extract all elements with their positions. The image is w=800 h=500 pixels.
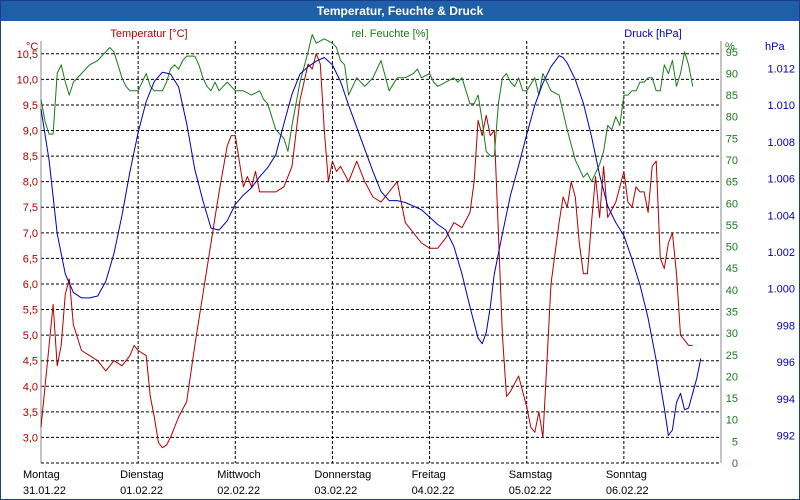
pressure-series-line (40, 55, 702, 436)
temperature-axis-title: Temperatur [°C] (110, 28, 187, 40)
humidity-tick-label: 50 (726, 242, 738, 254)
grid (40, 41, 722, 464)
temperature-tick-label: 7,0 (23, 228, 38, 240)
humidity-tick-label: 65 (726, 177, 738, 189)
humidity-tick-label: 70 (726, 155, 738, 167)
pressure-tick-label: 996 (777, 357, 795, 369)
day-date-label: 05.02.22 (509, 485, 552, 497)
pressure-tick-label: 1.000 (767, 284, 795, 296)
series-layer (40, 34, 702, 449)
humidity-tick-label: 30 (726, 328, 738, 340)
day-name-label: Donnerstag (314, 469, 371, 481)
humidity-series-line (40, 34, 694, 183)
humidity-tick-label: 20 (726, 371, 738, 383)
chart-title: Temperatur, Feuchte & Druck (1, 1, 799, 21)
pressure-tick-label: 992 (777, 430, 795, 442)
day-date-label: 31.01.22 (23, 485, 66, 497)
temperature-series-line (40, 53, 693, 449)
pressure-tick-label: 998 (777, 320, 795, 332)
humidity-tick-label: 40 (726, 285, 738, 297)
humidity-tick-label: 45 (726, 263, 738, 275)
humidity-unit-label: % (725, 41, 735, 53)
humidity-tick-label: 5 (732, 436, 738, 448)
temperature-tick-label: 6,0 (23, 279, 38, 291)
temperature-tick-label: 4,0 (23, 381, 38, 393)
pressure-tick-label: 1.004 (767, 210, 795, 222)
chart-window: Temperatur, Feuchte & Druck 3,0 3,5 4,0 4,5… (0, 0, 800, 500)
humidity-tick-label: 25 (726, 350, 738, 362)
day-date-label: 02.02.22 (217, 485, 260, 497)
temperature-tick-label: 4,5 (23, 356, 38, 368)
x-axis: Montag 31.01.22 Dienstag 01.02.22 Mittwoch 02… (23, 469, 649, 497)
temperature-tick-label: 8,0 (23, 177, 38, 189)
temperature-tick-label: 9,0 (23, 126, 38, 138)
day-name-label: Sonntag (606, 469, 647, 481)
temperature-tick-label: 8,5 (23, 151, 38, 163)
day-date-label: 01.02.22 (120, 485, 163, 497)
day-date-label: 04.02.22 (412, 485, 455, 497)
humidity-tick-label: 85 (726, 90, 738, 102)
temperature-tick-label: 6,5 (23, 253, 38, 265)
humidity-tick-label: 75 (726, 133, 738, 145)
humidity-tick-label: 10 (726, 415, 738, 427)
day-name-label: Dienstag (120, 469, 163, 481)
pressure-tick-label: 1.012 (767, 64, 795, 76)
temperature-tick-label: 3,0 (23, 432, 38, 444)
humidity-tick-label: 0 (732, 458, 738, 470)
chart-canvas: 3,0 3,5 4,0 4,5 5,0 5,5 6,0 6,5 7,0 7,5 8,0 8,5 9,0 9… (17, 28, 795, 497)
day-name-label: Mittwoch (217, 469, 260, 481)
day-date-label: 03.02.22 (314, 485, 357, 497)
temperature-tick-label: 5,5 (23, 305, 38, 317)
pressure-unit-label: hPa (765, 41, 785, 53)
temperature-tick-label: 7,5 (23, 202, 38, 214)
humidity-tick-label: 60 (726, 198, 738, 210)
temperature-tick-label: 5,0 (23, 330, 38, 342)
pressure-tick-label: 1.006 (767, 174, 795, 186)
humidity-axis-title: rel. Feuchte [%] (351, 28, 428, 40)
humidity-tick-label: 55 (726, 220, 738, 232)
day-name-label: Montag (23, 469, 60, 481)
temperature-tick-label: 10,0 (17, 74, 38, 86)
temperature-axis: 3,0 3,5 4,0 4,5 5,0 5,5 6,0 6,5 7,0 7,5 8,0 8,5 9,0 9… (17, 49, 38, 445)
pressure-tick-label: 994 (777, 394, 795, 406)
humidity-axis: 05101520253035404550556065707580859095 (726, 47, 738, 470)
humidity-tick-label: 15 (726, 393, 738, 405)
humidity-tick-label: 90 (726, 68, 738, 80)
day-name-label: Freitag (412, 469, 446, 481)
pressure-axis: 992 994 996 998 1.000 1.002 1.004 1.006 1.008 1.0… (767, 64, 795, 443)
day-name-label: Samstag (509, 469, 552, 481)
temperature-unit-label: °C (26, 41, 38, 53)
humidity-tick-label: 80 (726, 112, 738, 124)
temperature-tick-label: 3,5 (23, 407, 38, 419)
humidity-tick-label: 35 (726, 307, 738, 319)
pressure-tick-label: 1.002 (767, 247, 795, 259)
pressure-tick-label: 1.010 (767, 100, 795, 112)
pressure-tick-label: 1.008 (767, 137, 795, 149)
day-date-label: 06.02.22 (606, 485, 649, 497)
temperature-tick-label: 9,5 (23, 100, 38, 112)
pressure-axis-title: Druck [hPa] (624, 28, 681, 40)
